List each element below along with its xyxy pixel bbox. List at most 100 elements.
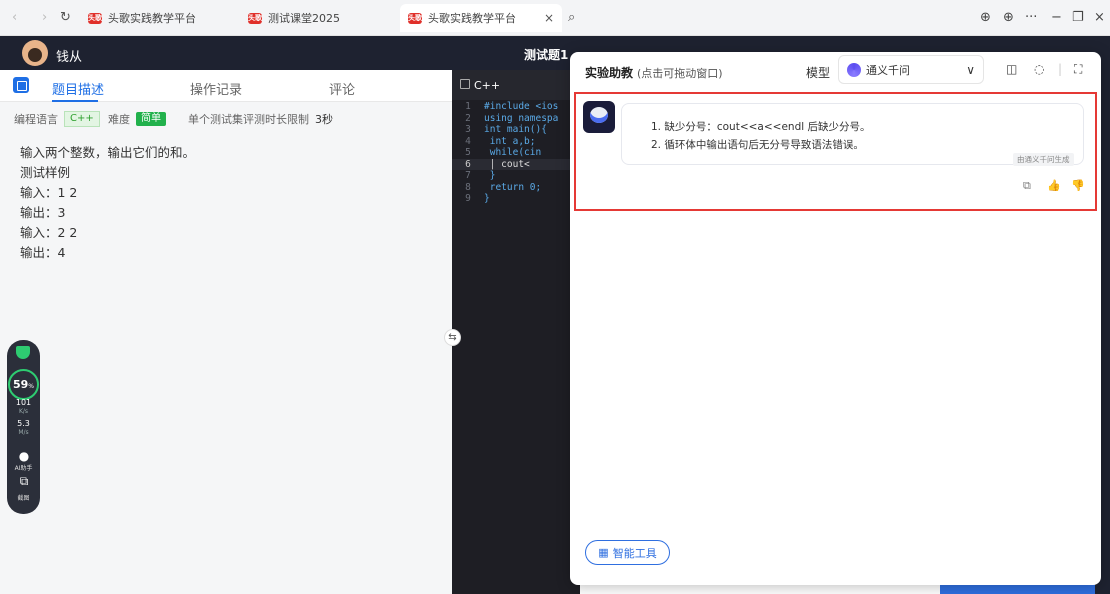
description-icon [13,77,29,93]
favicon-icon: 头歌 [408,12,422,24]
code-line: 3 int main(){ [452,124,580,136]
tab-label: 头歌实践教学平台 [108,12,196,25]
tab-comments[interactable]: 评论 [329,79,355,98]
expand-icon[interactable]: ⛶ [1074,62,1082,77]
favicon-icon: 头歌 [248,12,262,24]
divider: | [1058,62,1063,76]
tab-search-icon[interactable]: ⌕ [568,10,575,25]
thumbs-down-icon[interactable]: 👎 [1071,179,1085,192]
smart-tools-button[interactable]: ▦ 智能工具 [585,540,670,565]
difficulty-meta: 难度 简单 [108,111,166,127]
model-label: 模型 [806,66,831,80]
language-meta: 编程语言 C++ [14,111,100,127]
editor-tab[interactable]: C++ [452,70,580,100]
cpu-percent: 59 [12,378,29,391]
qwen-logo-icon [847,62,861,77]
time-limit-label: 单个测试集评测时长限制 [188,113,309,126]
back-icon[interactable]: ‹ [12,10,17,25]
username: 钱从 [56,50,83,65]
panel-resize-toggle-icon[interactable]: ⇆ [444,329,461,346]
active-tab-indicator [52,100,98,102]
line-number: 8 [465,181,471,193]
minimize-icon[interactable]: − [1051,10,1062,25]
time-limit-meta: 单个测试集评测时长限制 3秒 [188,111,333,127]
more-icon[interactable]: ··· [1025,10,1037,25]
model-value: 通义千问 [866,63,910,77]
message-line-1: 1. 缺少分号：cout<<a<<endl 后缺少分号。 [651,121,871,133]
code-line: 8 return 0; [452,182,580,194]
dialog-title-text: 实验助教 [585,66,634,80]
code-line: 6 │ cout< [452,158,580,170]
ai-assistant-icon[interactable]: ● [16,449,32,463]
sample-input-1: 输入：1 2 [20,185,78,200]
globe-icon[interactable]: ⊕ [1003,10,1014,25]
tab-description[interactable]: 题目描述 [52,79,104,98]
generated-by-badge: 由通义千问生成 [1013,153,1074,166]
code-text: using namespa [484,112,559,124]
restore-icon[interactable]: ❐ [1072,10,1084,25]
avatar[interactable] [22,40,48,66]
chat-history-icon[interactable]: ◫ [1006,62,1017,76]
code-text: int a,b; [484,135,536,147]
sample-output-1: 输出：3 [20,205,66,220]
copy-icon[interactable]: ⧉ [1023,179,1031,193]
code-line: 5 while(cin [452,147,580,159]
browser-tab-2[interactable]: 头歌 测试课堂2025 [240,4,400,32]
sample-heading: 测试样例 [20,165,71,180]
dialog-subtitle: (点击可拖动窗口) [637,67,723,80]
download-value: 5.3 [17,419,30,428]
code-line: 4 int a,b; [452,136,580,148]
close-tab-icon[interactable]: × [544,11,554,25]
window-close-icon[interactable]: × [1094,10,1105,25]
forward-icon[interactable]: › [42,10,47,25]
screenshot-label: 截图 [17,495,30,502]
browser-tab-1[interactable]: 头歌 头歌实践教学平台 [80,4,240,32]
line-number: 1 [465,101,471,112]
sample-output-2: 输出：4 [20,245,66,260]
dialog-title[interactable]: 实验助教 (点击可拖动窗口) [585,64,723,81]
code-line: 9} [452,193,580,205]
model-select[interactable]: 通义千问 ∨ [838,55,984,84]
code-lines[interactable]: 1 #include <ios 2 using namespa 3 int main(… [452,101,580,205]
difficulty-label: 难度 [108,113,130,126]
message-line-2: 2. 循环体中输出语句后无分号导致语法错误。 [651,139,864,151]
upload-unit: K/s [18,408,29,415]
editor-tab-label: C++ [474,79,501,92]
cpu-usage-ring: 59% [8,369,39,400]
thumbs-up-icon[interactable]: 👍 [1047,179,1061,192]
reload-icon[interactable]: ↻ [60,10,71,25]
smart-tools-label: 智能工具 [612,546,657,560]
line-number: 4 [465,135,471,147]
download-icon[interactable]: ⊕ [980,10,991,25]
difficulty-badge: 简单 [136,112,166,126]
tab-history[interactable]: 操作记录 [190,79,242,98]
question-title: 测试题1 [524,48,569,62]
code-text: while(cin [484,147,542,158]
line-number: 3 [465,124,471,135]
browser-tab-3-active[interactable]: 头歌 头歌实践教学平台 × [400,4,562,32]
download-unit: M/s [18,429,29,436]
download-speed: 5.3 M/s [8,419,39,437]
screenshot-icon[interactable]: ⧉ [16,474,32,488]
line-number: 2 [465,112,471,124]
tab-label: 头歌实践教学平台 [428,12,516,25]
file-icon [460,79,470,89]
code-line: 7 } [452,170,580,182]
favicon-icon: 头歌 [88,12,102,24]
tab-label: 测试课堂2025 [268,12,340,25]
code-text: } [484,193,490,204]
line-number: 5 [465,147,471,158]
code-text: } [484,170,496,181]
code-text: int main(){ [484,124,547,135]
ai-assistant-label: AI助手 [14,465,33,472]
cpu-percent-unit: % [28,383,34,390]
new-chat-icon[interactable]: ◌ [1034,62,1044,76]
language-badge: C++ [64,111,100,127]
time-limit-value: 3秒 [315,113,333,126]
line-number: 9 [465,193,471,204]
code-text: │ cout< [484,158,530,170]
language-label: 编程语言 [14,113,58,126]
line-number: 6 [465,158,471,170]
problem-statement: 输入两个整数，输出它们的和。 [20,145,196,160]
line-number: 7 [465,170,471,181]
